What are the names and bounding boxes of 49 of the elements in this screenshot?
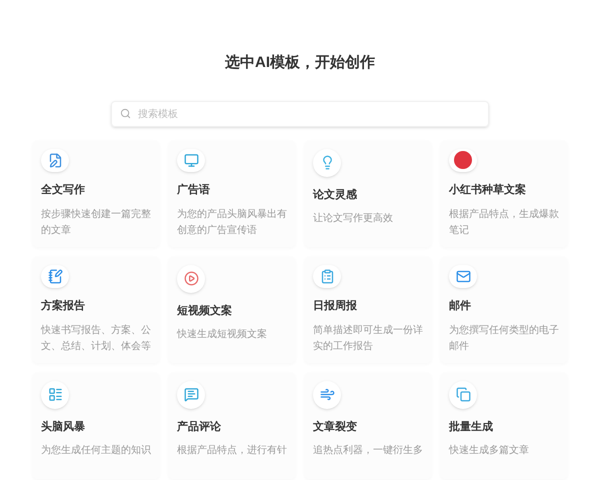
search-icon xyxy=(120,108,131,118)
template-card[interactable]: 批量生成 快速生成多篇文章 xyxy=(441,372,567,478)
template-card[interactable]: 广告语 为您的产品头脑风暴出有创意的广告宣传语 xyxy=(169,140,295,246)
template-description: 根据产品特点，生成爆款笔记 xyxy=(449,208,560,238)
template-name: 批量生成 xyxy=(449,420,494,434)
template-card[interactable]: 全文写作 按步骤快速创建一篇完整的文章 xyxy=(33,140,159,246)
play-icon xyxy=(184,271,198,286)
swirl-icon xyxy=(320,387,334,402)
template-card[interactable]: 短视频文案 快速生成短视频文案 xyxy=(169,256,295,362)
template-name: 短视频文案 xyxy=(177,303,233,318)
template-card[interactable]: 小红书种草文案 根据产品特点，生成爆款笔记 xyxy=(441,140,567,246)
template-card[interactable]: 日报周报 简单描述即可生成一份详实的工作报告 xyxy=(305,256,431,362)
template-name: 小红书种草文案 xyxy=(449,182,527,198)
template-description: 为您生成任何主题的知识 xyxy=(41,444,152,458)
template-name: 方案报告 xyxy=(41,298,86,314)
clipboard-icon xyxy=(320,268,334,284)
document-pen-icon xyxy=(48,152,62,168)
search-field[interactable]: 搜索模板 xyxy=(111,101,489,127)
template-description: 按步骤快速创建一篇完整的文章 xyxy=(41,208,152,238)
template-description: 让论文写作更高效 xyxy=(313,212,394,226)
monitor-icon xyxy=(184,152,198,168)
template-name: 全文写作 xyxy=(41,182,86,198)
template-description: 追热点利器，一键衍生多 xyxy=(313,444,424,458)
template-card[interactable]: 论文灵感 让论文写作更高效 xyxy=(305,140,431,246)
template-name: 论文灵感 xyxy=(313,188,358,202)
mail-icon xyxy=(456,268,470,284)
template-card[interactable]: 邮件 为您撰写任何类型的电子邮件 xyxy=(441,256,567,362)
notebook-icon xyxy=(48,268,62,284)
copy-icon xyxy=(456,387,470,402)
template-card[interactable]: 方案报告 快速书写报告、方案、公文、总结、计划、体会等 xyxy=(33,256,159,362)
template-description: 根据产品特点，进行有针 xyxy=(177,444,288,458)
template-name: 头脑风暴 xyxy=(41,420,86,434)
template-description: 快速生成短视频文案 xyxy=(177,328,268,342)
list-icon xyxy=(48,387,62,402)
template-name: 产品评论 xyxy=(177,420,222,434)
template-name: 日报周报 xyxy=(313,298,358,314)
template-card[interactable]: 文章裂变 追热点利器，一键衍生多 xyxy=(305,372,431,478)
page-title: 选中AI模板，开始创作 xyxy=(225,53,375,73)
template-name: 广告语 xyxy=(177,182,211,198)
template-name: 邮件 xyxy=(449,298,472,314)
template-description: 为您的产品头脑风暴出有创意的广告宣传语 xyxy=(177,208,288,238)
template-name: 文章裂变 xyxy=(313,420,358,434)
template-description: 快速书写报告、方案、公文、总结、计划、体会等 xyxy=(41,324,152,354)
template-card[interactable]: 产品评论 根据产品特点，进行有针 xyxy=(169,372,295,478)
template-description: 简单描述即可生成一份详实的工作报告 xyxy=(313,324,424,354)
template-description: 为您撰写任何类型的电子邮件 xyxy=(449,324,560,354)
template-card[interactable]: 头脑风暴 为您生成任何主题的知识 xyxy=(33,372,159,478)
template-description: 快速生成多篇文章 xyxy=(449,444,530,458)
chat-icon xyxy=(184,387,198,402)
